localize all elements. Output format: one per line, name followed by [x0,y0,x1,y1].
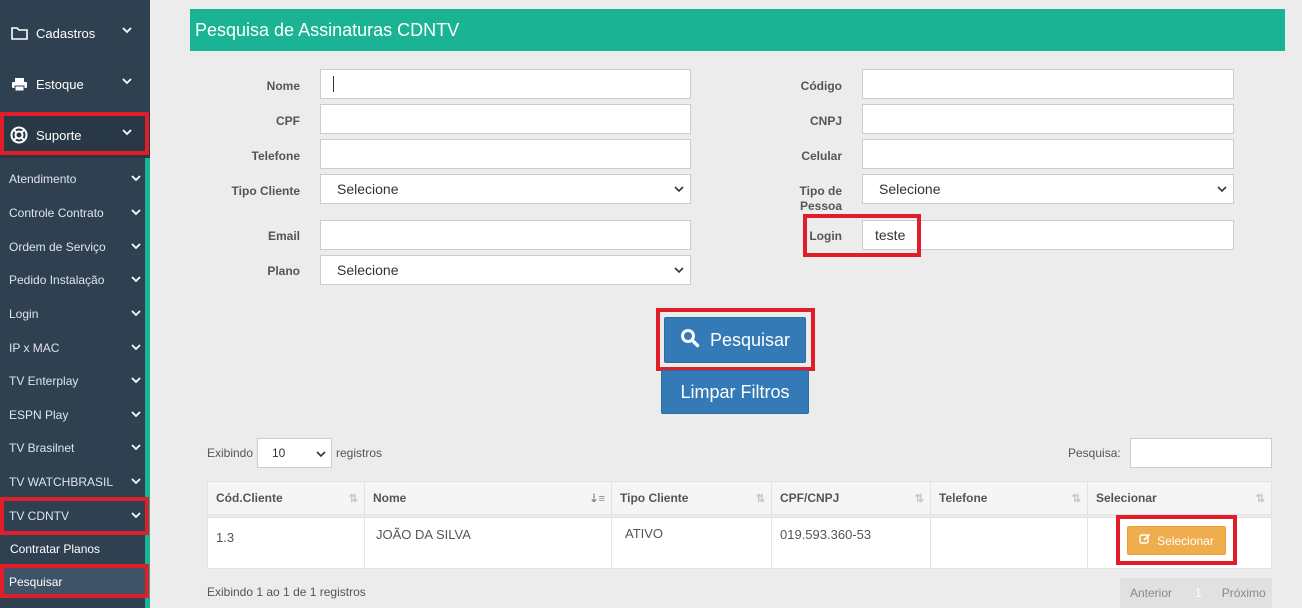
sort-icon: ⇅ [914,493,924,505]
chevron-down-icon [131,275,141,283]
folder-icon [9,24,29,42]
sidebar-item-tv-watchbrasil[interactable]: TV WATCHBRASIL [0,465,145,498]
column-header-nome[interactable]: Nome ⇣≡ [364,481,612,515]
cnpj-label: CNPJ [809,114,842,128]
cell-telefone [930,517,1088,569]
pagination-previous[interactable]: Anterior [1130,586,1172,600]
sidebar-item-ip-x-mac[interactable]: IP x MAC [0,331,145,364]
column-header-telefone[interactable]: Telefone ⇅ [930,481,1088,515]
sidebar-item-pesquisar[interactable]: Pesquisar [0,566,145,598]
cpf-label: CPF [276,114,300,128]
sidebar-item-label: Estoque [36,76,84,92]
lifebuoy-icon [9,126,29,144]
cell-cod-cliente: 1.3 [207,517,365,569]
codigo-label: Código [800,79,842,93]
pagination: Anterior 1 Próximo [1120,578,1272,608]
column-header-cpf-cnpj[interactable]: CPF/CNPJ ⇅ [771,481,931,515]
cell-tipo-cliente: ATIVO [611,517,772,569]
chevron-down-icon [131,477,141,485]
login-input[interactable]: teste [862,220,1234,250]
chevron-down-icon [131,410,141,418]
celular-label: Celular [801,149,842,163]
chevron-down-icon [122,128,132,136]
sort-icon: ⇅ [755,493,765,505]
pagination-page[interactable]: 1 [1195,586,1202,600]
nome-input[interactable] [320,69,691,99]
text-cursor [333,76,334,92]
chevron-down-icon [131,511,141,519]
page-size-select[interactable]: 10 [257,438,332,468]
sidebar-item-tv-brasilnet[interactable]: TV Brasilnet [0,431,145,464]
email-label: Email [267,229,300,243]
codigo-input[interactable] [862,69,1234,99]
tipo-pessoa-select[interactable]: Selecione [862,174,1234,204]
chevron-down-icon [131,309,141,317]
printer-icon [9,75,29,93]
select-row-button[interactable]: Selecionar [1127,526,1226,555]
cell-nome: JOÃO DA SILVA [364,517,612,569]
page-title: Pesquisa de Assinaturas CDNTV [190,9,1285,51]
sidebar-item-atendimento[interactable]: Atendimento [0,162,145,195]
chevron-down-icon [131,242,141,250]
table-search-input[interactable] [1130,438,1272,468]
chevron-down-icon [122,26,132,34]
sidebar-item-controle-contrato[interactable]: Controle Contrato [0,196,145,229]
column-header-cod-cliente[interactable]: Cód.Cliente ⇅ [207,481,365,515]
search-button[interactable]: Pesquisar [664,317,806,363]
table-info-text: Exibindo 1 ao 1 de 1 registros [207,585,366,599]
tipo-cliente-label: Tipo Cliente [231,184,300,198]
show-suffix-text: registros [336,446,383,460]
sidebar-item-ordem-de-servico[interactable]: Ordem de Serviço [0,230,145,263]
sidebar-item-login[interactable]: Login [0,297,145,330]
column-header-tipo-cliente[interactable]: Tipo Cliente ⇅ [611,481,772,515]
celular-input[interactable] [862,139,1234,169]
chevron-down-icon [674,185,684,193]
sort-icon: ⇅ [1255,493,1265,505]
table-search-label: Pesquisa: [1068,446,1121,460]
column-header-selecionar[interactable]: Selecionar ⇅ [1087,481,1272,515]
cnpj-input[interactable] [862,104,1234,134]
sidebar-item-estoque[interactable]: Estoque [0,61,150,107]
tipo-cliente-select[interactable]: Selecione [320,174,691,204]
chevron-down-icon [1217,185,1227,193]
plano-select[interactable]: Selecione [320,255,691,285]
clear-filters-button[interactable]: Limpar Filtros [661,370,809,414]
sidebar-item-tv-enterplay[interactable]: TV Enterplay [0,364,145,397]
email-input[interactable] [320,220,691,250]
chevron-down-icon [316,450,326,458]
nome-label: Nome [266,79,300,93]
sidebar-item-suporte[interactable]: Suporte [0,112,150,158]
sort-ascending-icon: ⇣≡ [589,493,605,505]
login-label: Login [809,229,842,243]
chevron-down-icon [674,266,684,274]
chevron-down-icon [131,443,141,451]
edit-icon [1139,533,1151,548]
telefone-label: Telefone [251,149,300,163]
sidebar-item-contratar-planos[interactable]: Contratar Planos [0,532,145,565]
sidebar-item-tv-cdntv[interactable]: TV CDNTV [0,499,145,532]
sort-icon: ⇅ [1071,493,1081,505]
pagination-next[interactable]: Próximo [1222,586,1266,600]
chevron-down-icon [131,208,141,216]
sidebar-item-label: Suporte [36,127,82,143]
sidebar-item-cadastros[interactable]: Cadastros [0,10,150,56]
chevron-down-icon [131,174,141,182]
sidebar-item-pedido-instalacao[interactable]: Pedido Instalação [0,263,145,296]
show-prefix-text: Exibindo [207,446,254,460]
chevron-down-icon [131,343,141,351]
sidebar-item-label: Cadastros [36,25,96,41]
tipo-pessoa-label: Tipo de Pessoa [799,184,842,213]
sidebar: Cadastros Estoque Suporte Atendimento Co… [0,0,150,608]
sidebar-item-espn-play[interactable]: ESPN Play [0,398,145,431]
search-icon [680,328,700,353]
sidebar-accent-stripe [145,152,150,608]
sort-icon: ⇅ [348,493,358,505]
telefone-input[interactable] [320,139,691,169]
chevron-down-icon [122,77,132,85]
plano-label: Plano [267,264,300,278]
cell-cpf-cnpj: 019.593.360-53 [771,517,931,569]
cpf-input[interactable] [320,104,691,134]
chevron-down-icon [131,376,141,384]
